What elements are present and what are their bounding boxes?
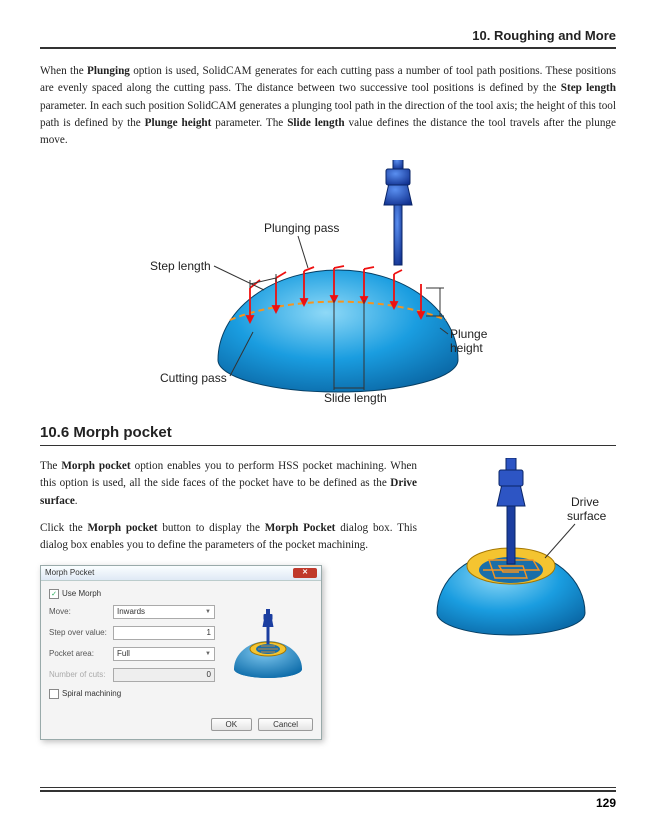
step-over-label: Step over value: (49, 628, 107, 637)
spiral-checkbox-row: Spiral machining (49, 689, 215, 699)
section-rule (40, 445, 616, 446)
label-drive-2: surface (567, 509, 607, 523)
section-heading: 10.6 Morph pocket (40, 424, 616, 441)
num-cuts-input: 0 (113, 668, 215, 682)
paragraph-morph-2: Click the Morph pocket button to display… (40, 520, 417, 555)
pocket-area-dropdown[interactable]: Full▼ (113, 647, 215, 661)
chapter-header: 10. Roughing and More (40, 28, 616, 43)
use-morph-label: Use Morph (62, 589, 101, 598)
num-cuts-label: Number of cuts: (49, 670, 107, 679)
label-slide-length: Slide length (324, 391, 387, 405)
figure-morph-pocket: Drive surface (431, 458, 616, 648)
cancel-button[interactable]: Cancel (258, 718, 313, 731)
use-morph-checkbox[interactable]: ✓ (49, 589, 59, 599)
dialog-title: Morph Pocket (45, 568, 94, 577)
morph-pocket-dialog: Morph Pocket ✕ ✓ Use Morph Move: Inwards… (40, 565, 322, 740)
dialog-titlebar: Morph Pocket ✕ (41, 566, 321, 581)
spiral-checkbox[interactable] (49, 689, 59, 699)
chevron-down-icon: ▼ (205, 651, 211, 657)
label-step-length: Step length (150, 259, 211, 273)
footer-rule (40, 790, 616, 792)
label-plunge-height-1: Plunge (450, 327, 488, 341)
header-rule (40, 47, 616, 49)
label-cutting-pass: Cutting pass (160, 371, 227, 385)
footer-rule-thin (40, 787, 616, 788)
document-page: 10. Roughing and More When the Plunging … (0, 0, 656, 830)
chevron-down-icon: ▼ (205, 609, 211, 615)
spiral-label: Spiral machining (62, 689, 121, 698)
paragraph-plunging: When the Plunging option is used, SolidC… (40, 63, 616, 150)
paragraph-morph-1: The Morph pocket option enables you to p… (40, 458, 417, 510)
move-label: Move: (49, 607, 107, 616)
label-plunging-pass: Plunging pass (264, 221, 339, 235)
move-dropdown[interactable]: Inwards▼ (113, 605, 215, 619)
figure-plunging-diagram: Plunging pass Step length Cutting pass S… (148, 160, 508, 410)
label-plunge-height-2: height (450, 341, 483, 355)
label-drive-1: Drive (571, 495, 599, 509)
dialog-preview (223, 589, 313, 705)
use-morph-checkbox-row: ✓ Use Morph (49, 589, 215, 599)
pocket-area-label: Pocket area: (49, 649, 107, 658)
ok-button[interactable]: OK (211, 718, 253, 731)
close-icon[interactable]: ✕ (293, 568, 317, 578)
step-over-input[interactable]: 1 (113, 626, 215, 640)
page-number: 129 (40, 796, 616, 810)
